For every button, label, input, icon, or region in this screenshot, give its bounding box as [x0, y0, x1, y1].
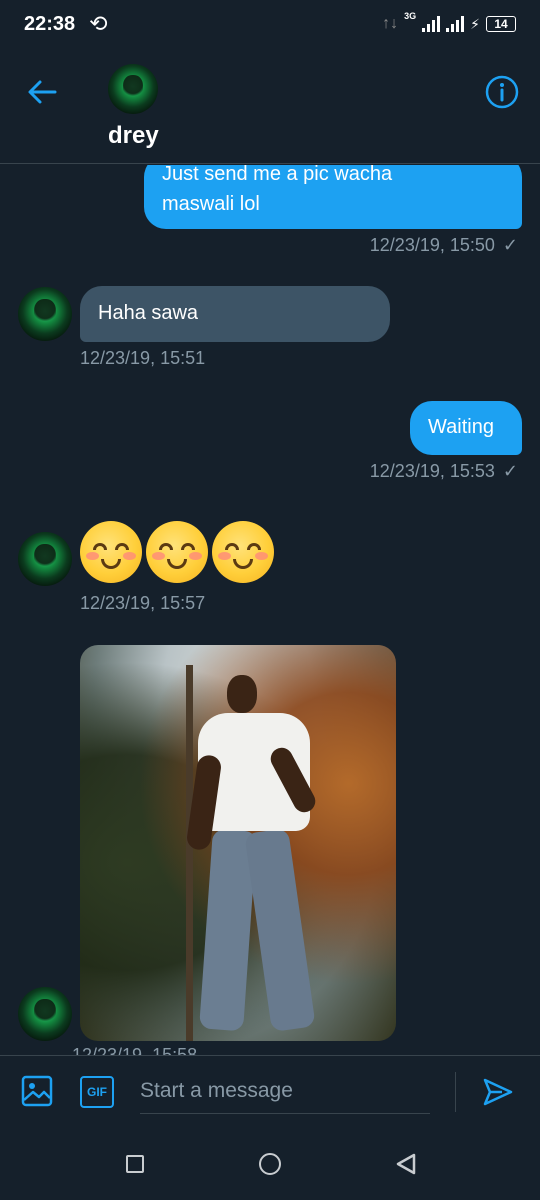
- sent-message-bubble[interactable]: Waiting: [410, 401, 522, 455]
- read-check-icon: ✓: [502, 461, 518, 481]
- message-timestamp: 12/23/19, 15:57: [80, 593, 205, 614]
- back-button[interactable]: [22, 72, 62, 112]
- charging-icon: ⚡: [470, 15, 480, 32]
- arrow-left-icon: [28, 80, 57, 104]
- message-composer: GIF: [0, 1055, 540, 1127]
- read-check-icon: ✓: [502, 235, 518, 255]
- message-text: Haha sawa: [98, 302, 199, 324]
- status-time: 22:38: [24, 12, 76, 35]
- timestamp-text: 12/23/19, 15:50: [369, 235, 495, 255]
- send-icon: [483, 1078, 513, 1106]
- sent-message-bubble[interactable]: Just send me a pic wacha maswali lol: [144, 165, 522, 229]
- emoji-message[interactable]: [80, 521, 274, 583]
- composer-divider: [455, 1072, 456, 1112]
- message-timestamp: 12/23/19, 15:50 ✓: [370, 235, 518, 256]
- system-back-button[interactable]: [394, 1152, 418, 1176]
- network-type: 3G: [404, 11, 417, 21]
- conversation-header: drey: [0, 48, 540, 164]
- signal-icon-2: [446, 16, 465, 32]
- sync-icon: ⟲: [89, 11, 108, 36]
- info-button[interactable]: [482, 72, 522, 112]
- smiling-face-emoji: [212, 521, 274, 583]
- status-bar: 22:38 ⟲ ↑↓ 3G ⚡ 14: [0, 0, 540, 48]
- message-input[interactable]: [140, 1068, 430, 1114]
- message-list[interactable]: Just send me a pic wacha maswali lol 12/…: [0, 165, 540, 1055]
- image-icon: [21, 1075, 53, 1107]
- status-right: ↑↓ 3G ⚡ 14: [382, 11, 516, 33]
- add-media-button[interactable]: [18, 1072, 56, 1110]
- received-message-bubble[interactable]: Haha sawa: [80, 286, 390, 342]
- recents-button[interactable]: [126, 1155, 144, 1173]
- message-text: Waiting: [428, 416, 494, 438]
- timestamp-text: 12/23/19, 15:58: [72, 1045, 198, 1055]
- timestamp-text: 12/23/19, 15:57: [80, 593, 206, 613]
- message-timestamp: 12/23/19, 15:53 ✓: [370, 461, 518, 482]
- battery-icon: 14: [486, 16, 516, 32]
- data-transfer-icon: ↑↓: [382, 15, 399, 32]
- smiling-face-emoji: [146, 521, 208, 583]
- contact-name[interactable]: drey: [108, 122, 159, 150]
- contact-avatar[interactable]: [108, 64, 158, 114]
- signal-icon: [422, 16, 441, 32]
- gif-button[interactable]: GIF: [80, 1076, 114, 1108]
- sender-avatar[interactable]: [18, 287, 72, 341]
- system-nav-bar: [0, 1128, 540, 1200]
- timestamp-text: 12/23/19, 15:53: [369, 461, 495, 481]
- home-button[interactable]: [259, 1153, 281, 1175]
- status-left: 22:38 ⟲: [24, 11, 108, 37]
- smiling-face-emoji: [80, 521, 142, 583]
- send-button[interactable]: [478, 1072, 518, 1112]
- message-line: maswali lol: [162, 193, 260, 215]
- photo-message[interactable]: [80, 645, 396, 1041]
- message-timestamp: 12/23/19, 15:58: [72, 1045, 197, 1055]
- sender-avatar[interactable]: [18, 987, 72, 1041]
- message-timestamp: 12/23/19, 15:51: [80, 348, 205, 369]
- message-line: Just send me a pic wacha: [162, 165, 393, 185]
- timestamp-text: 12/23/19, 15:51: [80, 348, 206, 368]
- sender-avatar[interactable]: [18, 532, 72, 586]
- info-icon: [485, 75, 519, 109]
